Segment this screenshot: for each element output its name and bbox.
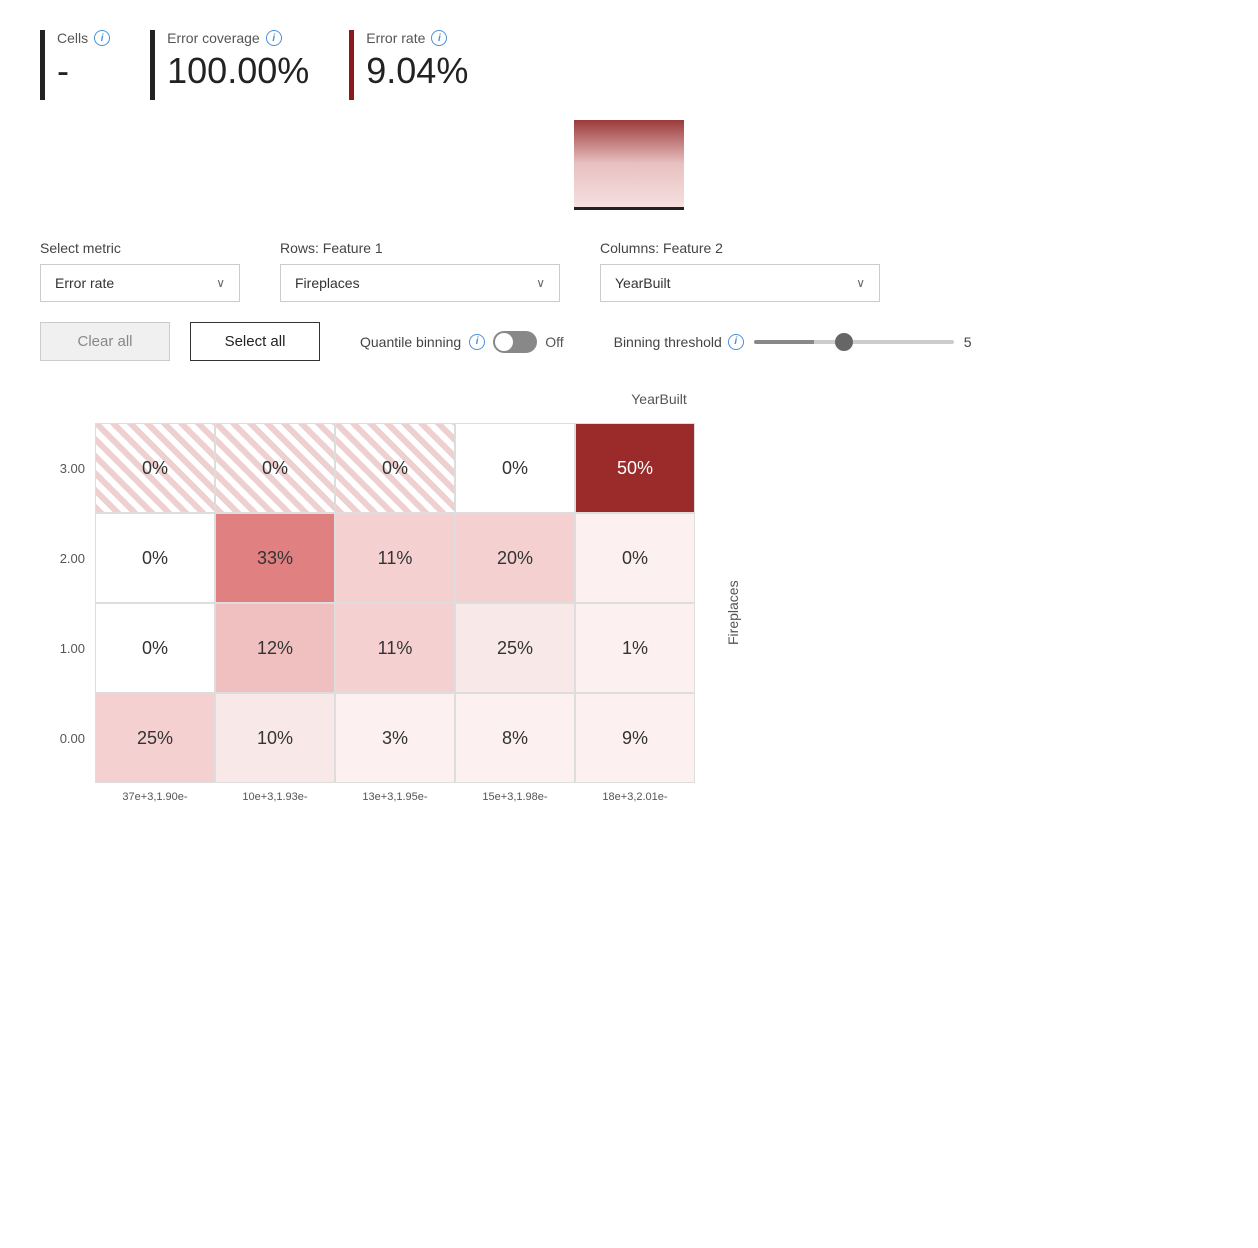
metric-dropdown[interactable]: Error rate ∨: [40, 264, 240, 302]
matrix-cell-2-2[interactable]: 11%: [335, 603, 455, 693]
quantile-info-icon[interactable]: i: [469, 334, 485, 350]
x-label-3: 15e+3,1.98e-: [455, 791, 575, 803]
error-coverage-info-icon[interactable]: i: [266, 30, 282, 46]
matrix-cell-0-0[interactable]: 0%: [95, 423, 215, 513]
matrix-cell-1-3[interactable]: 20%: [455, 513, 575, 603]
x-label-2: 13e+3,1.95e-: [335, 791, 455, 803]
metric-dropdown-value: Error rate: [55, 275, 114, 291]
actions-row: Clear all Select all Quantile binning i …: [40, 322, 1218, 361]
error-rate-content: Error rate i 9.04%: [366, 30, 468, 92]
matrix-row-1: 2.00 0% 33% 11% 20% 0%: [40, 513, 695, 603]
rows-chevron-icon: ∨: [536, 276, 545, 290]
error-rate-bar: [349, 30, 354, 100]
error-rate-label: Error rate i: [366, 30, 468, 46]
matrix-cell-3-1[interactable]: 10%: [215, 693, 335, 783]
error-rate-info-icon[interactable]: i: [431, 30, 447, 46]
error-coverage-label-text: Error coverage: [167, 30, 260, 46]
matrix-cell-2-0[interactable]: 0%: [95, 603, 215, 693]
x-label-0: 37e+3,1.90e-: [95, 791, 215, 803]
matrix-cell-3-3[interactable]: 8%: [455, 693, 575, 783]
cells-label-text: Cells: [57, 30, 88, 46]
columns-dropdown-group: Columns: Feature 2 YearBuilt ∨: [600, 240, 880, 302]
columns-chevron-icon: ∨: [856, 276, 865, 290]
cells-info-icon[interactable]: i: [94, 30, 110, 46]
metrics-row: Cells i - Error coverage i 100.00% Error…: [40, 30, 1218, 100]
columns-dropdown-value: YearBuilt: [615, 275, 671, 291]
matrix-cell-2-1[interactable]: 12%: [215, 603, 335, 693]
matrix-section: YearBuilt 3.00 0% 0% 0% 0% 50% 2.00 0% 3…: [40, 391, 1218, 803]
color-swatch: [574, 120, 684, 210]
matrix-with-labels: 3.00 0% 0% 0% 0% 50% 2.00 0% 33% 11% 20%…: [40, 423, 695, 803]
metric-chevron-icon: ∨: [216, 276, 225, 290]
row-axis-label: Fireplaces: [715, 433, 751, 793]
rows-dropdown-label: Rows: Feature 1: [280, 240, 560, 256]
matrix-wrapper: 3.00 0% 0% 0% 0% 50% 2.00 0% 33% 11% 20%…: [40, 423, 1218, 803]
error-coverage-metric: Error coverage i 100.00%: [150, 30, 309, 100]
cells-bar: [40, 30, 45, 100]
clear-all-button[interactable]: Clear all: [40, 322, 170, 361]
row-label-2: 1.00: [40, 603, 95, 693]
binning-label-text: Binning threshold: [614, 334, 722, 350]
columns-dropdown[interactable]: YearBuilt ∨: [600, 264, 880, 302]
quantile-toggle-group: Quantile binning i Off: [360, 331, 564, 353]
matrix-cell-1-0[interactable]: 0%: [95, 513, 215, 603]
cells-value: -: [57, 50, 110, 92]
binning-slider[interactable]: [754, 340, 954, 344]
cells-content: Cells i -: [57, 30, 110, 92]
columns-dropdown-label: Columns: Feature 2: [600, 240, 880, 256]
matrix-cell-0-2[interactable]: 0%: [335, 423, 455, 513]
metric-dropdown-label: Select metric: [40, 240, 240, 256]
quantile-toggle[interactable]: [493, 331, 537, 353]
x-axis-labels: 37e+3,1.90e- 10e+3,1.93e- 13e+3,1.95e- 1…: [95, 791, 695, 803]
matrix-cell-3-4[interactable]: 9%: [575, 693, 695, 783]
rows-dropdown[interactable]: Fireplaces ∨: [280, 264, 560, 302]
binning-group: Binning threshold i 5: [614, 334, 984, 350]
error-rate-value: 9.04%: [366, 50, 468, 92]
error-rate-label-text: Error rate: [366, 30, 425, 46]
matrix-cell-2-3[interactable]: 25%: [455, 603, 575, 693]
error-coverage-label: Error coverage i: [167, 30, 309, 46]
row-label-3: 0.00: [40, 693, 95, 783]
error-coverage-content: Error coverage i 100.00%: [167, 30, 309, 92]
error-coverage-bar: [150, 30, 155, 100]
rows-dropdown-group: Rows: Feature 1 Fireplaces ∨: [280, 240, 560, 302]
slider-container: 5: [754, 334, 984, 350]
quantile-label: Quantile binning: [360, 334, 461, 350]
matrix-row-2: 1.00 0% 12% 11% 25% 1%: [40, 603, 695, 693]
binning-info-icon[interactable]: i: [728, 334, 744, 350]
matrix-cell-0-1[interactable]: 0%: [215, 423, 335, 513]
matrix-cell-1-2[interactable]: 11%: [335, 513, 455, 603]
rows-dropdown-value: Fireplaces: [295, 275, 360, 291]
select-all-button[interactable]: Select all: [190, 322, 320, 361]
row-label-1: 2.00: [40, 513, 95, 603]
matrix-cell-1-1[interactable]: 33%: [215, 513, 335, 603]
matrix-cell-3-0[interactable]: 25%: [95, 693, 215, 783]
column-axis-label: YearBuilt: [100, 391, 1218, 407]
matrix-row-0: 3.00 0% 0% 0% 0% 50%: [40, 423, 695, 513]
x-label-4: 18e+3,2.01e-: [575, 791, 695, 803]
binning-value: 5: [964, 334, 984, 350]
error-rate-metric: Error rate i 9.04%: [349, 30, 468, 100]
color-swatch-container: [40, 120, 1218, 210]
matrix-cell-2-4[interactable]: 1%: [575, 603, 695, 693]
dropdowns-row: Select metric Error rate ∨ Rows: Feature…: [40, 240, 1218, 302]
row-label-0: 3.00: [40, 423, 95, 513]
cells-metric: Cells i -: [40, 30, 110, 100]
matrix-cell-3-2[interactable]: 3%: [335, 693, 455, 783]
x-label-1: 10e+3,1.93e-: [215, 791, 335, 803]
matrix-cell-1-4[interactable]: 0%: [575, 513, 695, 603]
error-coverage-value: 100.00%: [167, 50, 309, 92]
controls-section: Select metric Error rate ∨ Rows: Feature…: [40, 240, 1218, 361]
cells-label: Cells i: [57, 30, 110, 46]
matrix-row-3: 0.00 25% 10% 3% 8% 9%: [40, 693, 695, 783]
metric-dropdown-group: Select metric Error rate ∨: [40, 240, 240, 302]
quantile-state-label: Off: [545, 334, 563, 350]
matrix-cell-0-3[interactable]: 0%: [455, 423, 575, 513]
matrix-cell-0-4[interactable]: 50%: [575, 423, 695, 513]
binning-label: Binning threshold i: [614, 334, 744, 350]
